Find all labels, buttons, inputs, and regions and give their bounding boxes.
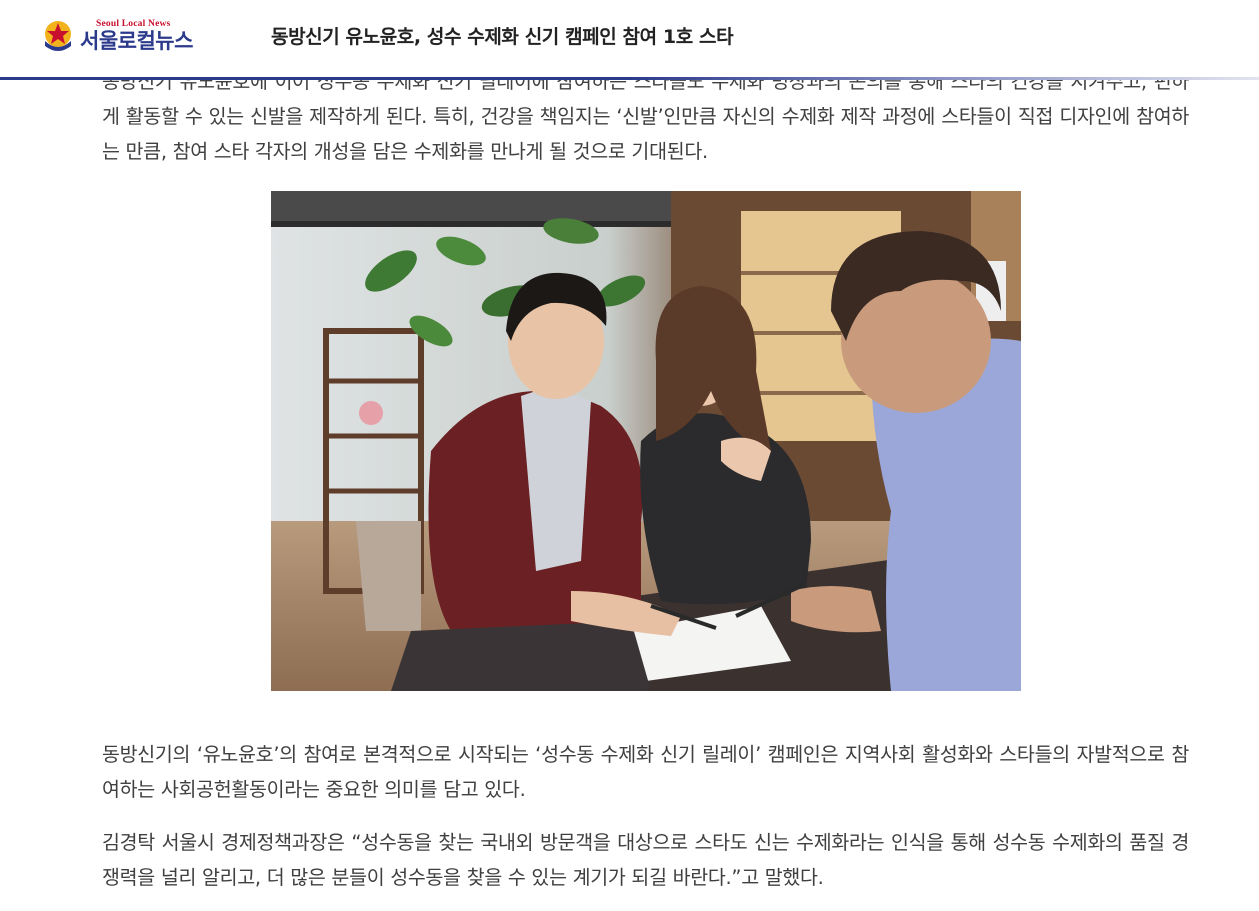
logo-english: Seoul Local News (96, 19, 171, 29)
site-header: Seoul Local News 서울로컬뉴스 동방신기 유노윤호, 성수 수제… (0, 0, 1259, 80)
logo-emblem-icon (45, 21, 71, 51)
logo-text: Seoul Local News 서울로컬뉴스 (80, 19, 193, 53)
article-photo (270, 191, 1021, 691)
logo-korean: 서울로컬뉴스 (80, 29, 193, 53)
photo-illustration (270, 191, 1021, 691)
article-paragraph-2: 동방신기의 ‘유노윤호’의 참여로 본격적으로 시작되는 ‘성수동 수제화 신기… (102, 743, 1189, 801)
header-divider (0, 77, 1259, 80)
article-body: 동방신기 유노윤호에 이어 성수동 수제화 신기 릴레이에 참여하는 스타들도 … (102, 60, 1189, 895)
article-paragraph-3: 김경탁 서울시 경제정책과장은 “성수동을 찾는 국내외 방문객을 대상으로 스… (102, 831, 1189, 889)
page-title: 동방신기 유노윤호, 성수 수제화 신기 캠페인 참여 1호 스타 (271, 26, 734, 48)
site-logo[interactable]: Seoul Local News 서울로컬뉴스 (42, 16, 212, 56)
